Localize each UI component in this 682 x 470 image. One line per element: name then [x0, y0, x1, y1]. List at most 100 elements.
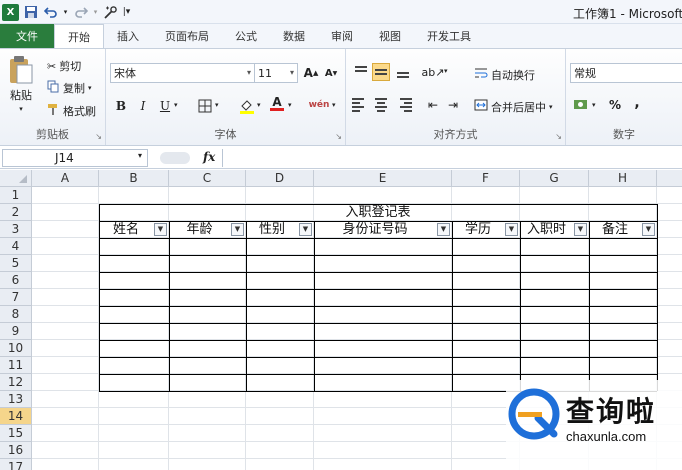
- formula-input[interactable]: [222, 149, 682, 167]
- font-color-dropdown-icon[interactable]: ▾: [288, 101, 292, 109]
- tab-review[interactable]: 审阅: [318, 24, 366, 48]
- name-box-dropdown-icon[interactable]: ▾: [138, 151, 142, 160]
- column-header-B[interactable]: B: [99, 170, 169, 187]
- paste-button[interactable]: 粘贴 ▾: [8, 55, 34, 113]
- decrease-indent-icon[interactable]: ⇤: [424, 96, 442, 114]
- phonetic-dropdown-icon[interactable]: ▾: [332, 101, 336, 109]
- accounting-format-icon[interactable]: [572, 96, 590, 114]
- column-header-G[interactable]: G: [520, 170, 589, 187]
- row-header-16[interactable]: 16: [0, 442, 32, 459]
- alignment-launcher-icon[interactable]: ↘: [555, 132, 562, 141]
- comma-button[interactable]: ,: [628, 94, 646, 112]
- row-header-3[interactable]: 3: [0, 221, 32, 238]
- select-all-corner[interactable]: [0, 170, 32, 187]
- borders-dropdown-icon[interactable]: ▾: [215, 101, 219, 109]
- redo-icon[interactable]: [72, 4, 89, 21]
- number-format-select[interactable]: 常规: [570, 63, 682, 83]
- excel-app-icon[interactable]: X: [2, 3, 19, 21]
- table-header-cell[interactable]: 性别: [246, 221, 298, 238]
- format-painter-button[interactable]: 格式刷: [47, 103, 96, 119]
- save-icon[interactable]: [22, 4, 39, 21]
- row-header-5[interactable]: 5: [0, 255, 32, 272]
- filter-dropdown-icon[interactable]: ▼: [505, 223, 518, 236]
- row-header-17[interactable]: 17: [0, 459, 32, 470]
- name-box[interactable]: J14: [2, 149, 148, 167]
- fill-color-icon[interactable]: [238, 97, 256, 115]
- align-middle-icon[interactable]: [372, 63, 390, 81]
- table-header-cell[interactable]: 入职时: [520, 221, 573, 238]
- table-header-cell[interactable]: 身份证号码: [314, 221, 436, 238]
- tab-page-layout[interactable]: 页面布局: [152, 24, 222, 48]
- row-header-9[interactable]: 9: [0, 323, 32, 340]
- insert-function-icon[interactable]: fx: [203, 150, 215, 164]
- table-header-cell[interactable]: 年龄: [169, 221, 230, 238]
- column-header-A[interactable]: A: [32, 170, 99, 187]
- column-header-H[interactable]: H: [589, 170, 657, 187]
- row-header-11[interactable]: 11: [0, 357, 32, 374]
- row-header-4[interactable]: 4: [0, 238, 32, 255]
- phonetic-icon[interactable]: wén: [309, 96, 330, 114]
- tab-file[interactable]: 文件: [0, 24, 54, 48]
- merge-center-button[interactable]: 合并后居中 ▾: [474, 98, 553, 115]
- custom-tool-icon[interactable]: [102, 4, 119, 21]
- filter-dropdown-icon[interactable]: ▼: [642, 223, 655, 236]
- undo-dropdown-icon[interactable]: ▾: [62, 4, 69, 21]
- row-header-15[interactable]: 15: [0, 425, 32, 442]
- font-color-icon[interactable]: A: [268, 95, 286, 113]
- align-bottom-icon[interactable]: [394, 63, 412, 81]
- underline-dropdown-icon[interactable]: ▾: [174, 101, 178, 109]
- undo-icon[interactable]: [42, 4, 59, 21]
- row-header-2[interactable]: 2: [0, 204, 32, 221]
- table-header-cell[interactable]: 姓名: [99, 221, 153, 238]
- increase-indent-icon[interactable]: ⇥: [444, 96, 462, 114]
- merge-dropdown-icon[interactable]: ▾: [549, 103, 553, 111]
- align-top-icon[interactable]: [352, 63, 370, 81]
- align-left-icon[interactable]: [352, 96, 370, 114]
- row-header-14[interactable]: 14: [0, 408, 32, 425]
- row-header-12[interactable]: 12: [0, 374, 32, 391]
- column-header-D[interactable]: D: [246, 170, 314, 187]
- filter-dropdown-icon[interactable]: ▼: [299, 223, 312, 236]
- redo-dropdown-icon[interactable]: ▾: [92, 4, 99, 21]
- bold-button[interactable]: B: [112, 97, 130, 115]
- underline-button[interactable]: U: [156, 97, 174, 115]
- filter-dropdown-icon[interactable]: ▼: [574, 223, 587, 236]
- formula-bar-resize-handle[interactable]: [160, 152, 190, 164]
- row-header-6[interactable]: 6: [0, 272, 32, 289]
- orientation-icon[interactable]: ab↗: [422, 63, 445, 81]
- wrap-text-button[interactable]: 自动换行: [474, 66, 535, 83]
- grow-font-icon[interactable]: A ▲: [302, 64, 320, 82]
- accounting-dropdown-icon[interactable]: ▾: [592, 101, 596, 109]
- paste-dropdown-icon[interactable]: ▾: [19, 105, 23, 113]
- filter-dropdown-icon[interactable]: ▼: [154, 223, 167, 236]
- orientation-dropdown-icon[interactable]: ▾: [444, 67, 448, 75]
- copy-button[interactable]: 复制 ▾: [47, 80, 92, 96]
- row-header-10[interactable]: 10: [0, 340, 32, 357]
- font-size-select[interactable]: 11 ▾: [254, 63, 298, 83]
- tab-developer[interactable]: 开发工具: [414, 24, 484, 48]
- align-right-icon[interactable]: [394, 96, 412, 114]
- column-header-F[interactable]: F: [452, 170, 520, 187]
- copy-dropdown-icon[interactable]: ▾: [88, 84, 92, 92]
- borders-icon[interactable]: [196, 97, 214, 115]
- tab-view[interactable]: 视图: [366, 24, 414, 48]
- row-header-7[interactable]: 7: [0, 289, 32, 306]
- shrink-font-icon[interactable]: A ▼: [322, 64, 340, 82]
- tab-insert[interactable]: 插入: [104, 24, 152, 48]
- clipboard-launcher-icon[interactable]: ↘: [95, 132, 102, 141]
- tab-home[interactable]: 开始: [54, 24, 104, 48]
- tab-formulas[interactable]: 公式: [222, 24, 270, 48]
- font-launcher-icon[interactable]: ↘: [335, 132, 342, 141]
- row-header-8[interactable]: 8: [0, 306, 32, 323]
- tab-data[interactable]: 数据: [270, 24, 318, 48]
- column-header-C[interactable]: C: [169, 170, 246, 187]
- font-name-select[interactable]: 宋体 ▾: [110, 63, 255, 83]
- filter-dropdown-icon[interactable]: ▼: [231, 223, 244, 236]
- row-header-1[interactable]: 1: [0, 187, 32, 204]
- column-header-overflow[interactable]: [657, 170, 682, 187]
- cut-button[interactable]: ✂ 剪切: [47, 58, 81, 74]
- row-header-13[interactable]: 13: [0, 391, 32, 408]
- table-header-cell[interactable]: 学历: [452, 221, 504, 238]
- filter-dropdown-icon[interactable]: ▼: [437, 223, 450, 236]
- table-header-cell[interactable]: 备注: [589, 221, 641, 238]
